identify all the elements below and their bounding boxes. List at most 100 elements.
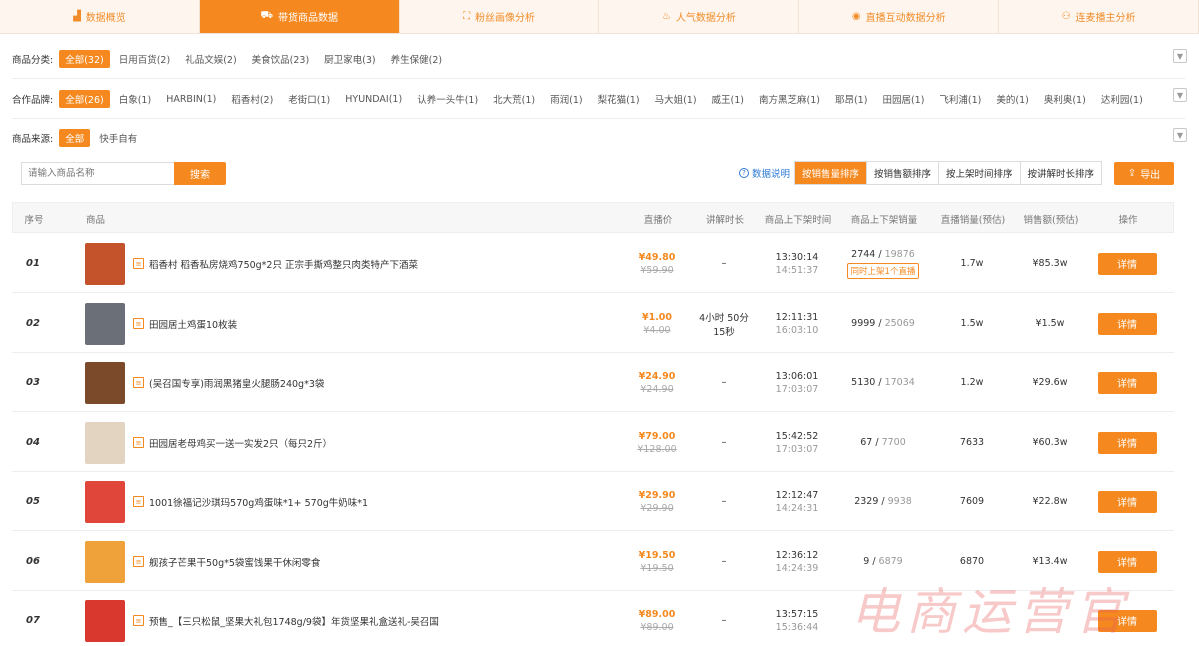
sort-by-revenue[interactable]: 按销售额排序	[867, 162, 940, 184]
list-off-time: 17:03:07	[775, 383, 819, 395]
product-name: 舰孩子芒果干50g*5袋蜜饯果干休闲零食	[149, 557, 321, 569]
category-option[interactable]: 礼品文娱(2)	[179, 50, 242, 68]
brand-option[interactable]: 认养一头牛(1)	[411, 90, 484, 108]
slash: /	[869, 556, 879, 567]
brand-option[interactable]: 达利园(1)	[1095, 90, 1149, 108]
brand-option[interactable]: 马大姐(1)	[649, 90, 703, 108]
brand-option[interactable]: 稻香村(2)	[225, 90, 279, 108]
action-cell: 详情	[1097, 353, 1157, 412]
revenue-cell: ¥22.8w	[1016, 472, 1084, 531]
product-thumbnail[interactable]	[85, 600, 125, 642]
sold-count: 67	[860, 437, 873, 448]
brand-option[interactable]: HARBIN(1)	[160, 92, 222, 107]
table-row: 03 ≡ (吴召国专享)雨润黑猪皇火腿肠240g*3袋 ¥24.90 ¥24.90 – 13…	[12, 353, 1174, 412]
col-live-sales: 直播销量(预估)	[940, 214, 1006, 226]
tab-popularity[interactable]: ♨ 人气数据分析	[599, 0, 800, 33]
sort-by-explain-duration[interactable]: 按讲解时长排序	[1021, 162, 1102, 184]
product-name-cell[interactable]: ≡ 预售_【三只松鼠_坚果大礼包1748g/9袋】年货坚果礼盒送礼-吴召国	[133, 591, 439, 646]
product-name-cell[interactable]: ≡ 舰孩子芒果干50g*5袋蜜饯果干休闲零食	[133, 532, 320, 591]
brand-option[interactable]: 南方黑芝麻(1)	[753, 90, 826, 108]
col-action: 操作	[1118, 214, 1138, 226]
list-on-time: 13:30:14	[775, 251, 819, 263]
category-option[interactable]: 美食饮品(23)	[246, 50, 316, 68]
price-cell: ¥49.80 ¥59.90	[627, 234, 687, 293]
action-cell: 详情	[1097, 472, 1157, 531]
list-sales-cell: 2744 / 19876 同时上架1个直播	[840, 234, 926, 293]
list-sales-cell: 2329 / 9938	[840, 472, 926, 531]
list-sales: 9999 / 25069	[851, 318, 915, 329]
chevron-down-icon[interactable]: ▼	[1173, 128, 1187, 142]
product-name-cell[interactable]: ≡ 田园居老母鸡买一送一实发2只（每只2斤）	[133, 413, 332, 472]
detail-button[interactable]: 详情	[1097, 431, 1157, 454]
detail-button[interactable]: 详情	[1097, 550, 1157, 573]
total-count: 6879	[878, 556, 903, 567]
co-live-tag[interactable]: 同时上架1个直播	[846, 262, 920, 279]
chevron-down-icon[interactable]: ▼	[1173, 49, 1187, 63]
product-thumbnail[interactable]	[85, 541, 125, 583]
list-sales: 5130 / 17034	[851, 377, 915, 388]
chevron-down-icon[interactable]: ▼	[1173, 88, 1187, 102]
product-name-cell[interactable]: ≡ 田园居土鸡蛋10枚装	[133, 294, 237, 353]
tab-data-overview[interactable]: ▟ 数据概览	[0, 0, 200, 33]
export-label: 导出	[1140, 170, 1161, 181]
revenue-cell: ¥29.6w	[1016, 353, 1084, 412]
brand-option[interactable]: 威王(1)	[706, 90, 750, 108]
product-thumbnail[interactable]	[85, 481, 125, 523]
list-off-time: 14:24:39	[775, 562, 819, 574]
category-option[interactable]: 日用百货(2)	[113, 50, 176, 68]
brand-option[interactable]: 全部(26)	[59, 90, 110, 108]
brand-option[interactable]: 飞利浦(1)	[933, 90, 987, 108]
brand-option[interactable]: 美的(1)	[990, 90, 1034, 108]
category-option[interactable]: 养生保健(2)	[385, 50, 448, 68]
duration-cell: –	[692, 591, 756, 646]
row-index-cell: 05	[12, 472, 54, 531]
sort-by-list-time[interactable]: 按上架时间排序	[939, 162, 1021, 184]
detail-button[interactable]: 详情	[1097, 252, 1157, 275]
brand-option[interactable]: 北大荒(1)	[487, 90, 541, 108]
tab-live-interaction[interactable]: ◉ 直播互动数据分析	[799, 0, 1000, 33]
brand-option[interactable]: 田园居(1)	[876, 90, 930, 108]
col-product: 商品	[86, 214, 106, 226]
row-index: 01	[26, 258, 40, 269]
brand-option[interactable]: 老街口(1)	[282, 90, 336, 108]
brand-option[interactable]: 奥利奥(1)	[1038, 90, 1092, 108]
revenue: ¥60.3w	[1032, 437, 1068, 448]
source-option[interactable]: 快手自有	[93, 129, 143, 147]
col-list-sales: 商品上下架销量	[850, 214, 918, 226]
sort-by-sales-volume[interactable]: 按销售量排序	[795, 162, 868, 184]
brand-option[interactable]: 耶昂(1)	[829, 90, 873, 108]
detail-button[interactable]: 详情	[1097, 371, 1157, 394]
explain-duration: –	[721, 437, 727, 448]
product-thumbnail[interactable]	[85, 303, 125, 345]
list-time-cell: 12:12:47 14:24:31	[760, 472, 834, 531]
search-button[interactable]: 搜索	[174, 162, 226, 185]
total-count: 25069	[884, 318, 915, 329]
data-desc-link[interactable]: ? 数据说明	[739, 166, 790, 180]
tab-product-data[interactable]: ⛟ 带货商品数据	[199, 0, 400, 33]
product-name-cell[interactable]: ≡ (吴召国专享)雨润黑猪皇火腿肠240g*3袋	[133, 353, 324, 412]
category-option[interactable]: 全部(32)	[59, 50, 110, 68]
product-thumbnail[interactable]	[85, 362, 125, 404]
detail-button[interactable]: 详情	[1097, 312, 1157, 335]
row-index: 06	[26, 556, 40, 567]
product-thumbnail[interactable]	[85, 243, 125, 285]
product-thumbnail[interactable]	[85, 422, 125, 464]
category-option[interactable]: 厨卫家电(3)	[318, 50, 381, 68]
product-name-cell[interactable]: ≡ 稻香村 稻香私房烧鸡750g*2只 正宗手撕鸡整只肉类特产下酒菜	[133, 234, 418, 293]
search-input[interactable]	[21, 162, 174, 185]
product-name-cell[interactable]: ≡ 1001徐福记沙琪玛570g鸡蛋味*1+ 570g牛奶味*1	[133, 472, 368, 531]
tab-co-host[interactable]: ⚇ 连麦播主分析	[999, 0, 1199, 33]
brand-option[interactable]: 雨润(1)	[544, 90, 588, 108]
duration-cell: –	[692, 472, 756, 531]
live-sales: 7633	[959, 437, 985, 448]
export-button[interactable]: ⇪ 导出	[1114, 162, 1174, 185]
col-explain-duration: 讲解时长	[705, 214, 744, 226]
brand-option[interactable]: 白象(1)	[113, 90, 157, 108]
tab-fans-portrait[interactable]: ⛶ 粉丝画像分析	[400, 0, 600, 33]
brand-option[interactable]: 梨花猫(1)	[592, 90, 646, 108]
price-cell: ¥79.00 ¥128.00	[627, 413, 687, 472]
brand-option[interactable]: HYUNDAI(1)	[339, 92, 408, 107]
source-option[interactable]: 全部	[59, 129, 91, 147]
list-time-cell: 13:06:01 17:03:07	[760, 353, 834, 412]
detail-button[interactable]: 详情	[1097, 490, 1157, 513]
